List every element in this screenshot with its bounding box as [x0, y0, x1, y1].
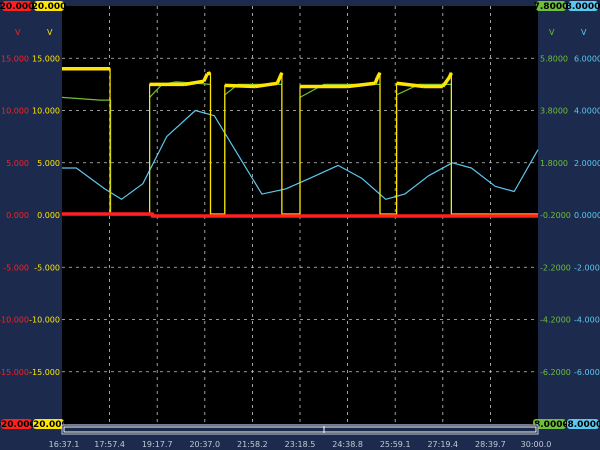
left-yellow-tick-label: -10.000 [29, 316, 60, 325]
time-scrollbar-thumb[interactable] [63, 426, 537, 433]
oscilloscope-chart: 20.000 20.000 7.8000 8.0000 V V V V -20.… [0, 1, 600, 449]
left-red-tick-label: 5.000 [6, 159, 29, 168]
right-green-tick-label: -4.2000 [540, 316, 571, 325]
x-tick-label: 23:18.5 [285, 440, 316, 449]
x-tick-label: 28:39.7 [475, 440, 506, 449]
left-red-tick-label: 10.000 [1, 107, 29, 116]
x-tick-label: 16:37.1 [49, 440, 80, 449]
yellow-scale-badge-top-label: 20.000 [32, 2, 67, 12]
left-yellow-tick-label: 10.000 [32, 107, 60, 116]
cyan-unit: V [581, 28, 587, 37]
x-tick-label: 30:00.0 [521, 440, 552, 449]
right-green-tick-label: 3.8000 [540, 107, 568, 116]
left-red-tick-label: 15.000 [1, 54, 29, 63]
green-unit: V [549, 28, 555, 37]
right-cyan-tick-label: -6.0000 [574, 368, 600, 377]
left-red-tick-label: 0.000 [6, 211, 29, 220]
right-green-tick-label: -0.2000 [540, 211, 571, 220]
x-tick-label: 27:19.4 [427, 440, 458, 449]
left-red-tick-label: -5.000 [3, 263, 29, 272]
x-tick-label: 19:17.7 [142, 440, 173, 449]
x-tick-label: 25:59.1 [380, 440, 411, 449]
right-cyan-tick-label: -4.0000 [574, 316, 600, 325]
right-cyan-tick-label: 6.0000 [574, 54, 600, 63]
green-scale-badge-top-label: 7.8000 [534, 2, 569, 12]
right-cyan-tick-label: 4.0000 [574, 107, 600, 116]
left-yellow-tick-label: -5.000 [34, 263, 60, 272]
x-tick-label: 17:57.4 [94, 440, 125, 449]
right-cyan-tick-label: 2.0000 [574, 159, 600, 168]
left-yellow-tick-label: 5.000 [37, 159, 60, 168]
time-scrollbar[interactable] [61, 424, 539, 435]
red-series-line [62, 212, 538, 218]
cyan-scale-badge-top-label: 8.0000 [566, 2, 600, 12]
left-red-tick-label: -15.000 [0, 368, 29, 377]
right-green-tick-label: 5.8000 [540, 54, 568, 63]
left-yellow-tick-label: 15.000 [32, 54, 60, 63]
right-cyan-tick-label: 0.0000 [574, 211, 600, 220]
x-tick-label: 24:38.8 [332, 440, 363, 449]
cyan-scale-badge-bottom-label: -8.0000 [564, 420, 600, 430]
red-scale-badge-top-label: 20.000 [0, 2, 34, 12]
left-yellow-tick-label: -15.000 [29, 368, 60, 377]
right-green-tick-label: -6.2000 [540, 368, 571, 377]
right-green-tick-label: -2.2000 [540, 263, 571, 272]
x-tick-label: 20:37.0 [189, 440, 220, 449]
left-yellow-tick-label: 0.000 [37, 211, 60, 220]
right-green-tick-label: 1.8000 [540, 159, 568, 168]
x-tick-label: 21:58.2 [237, 440, 268, 449]
right-cyan-tick-label: -2.0000 [574, 263, 600, 272]
left-red-tick-label: -10.000 [0, 316, 29, 325]
red-unit: V [15, 28, 21, 37]
yellow-unit: V [47, 28, 53, 37]
